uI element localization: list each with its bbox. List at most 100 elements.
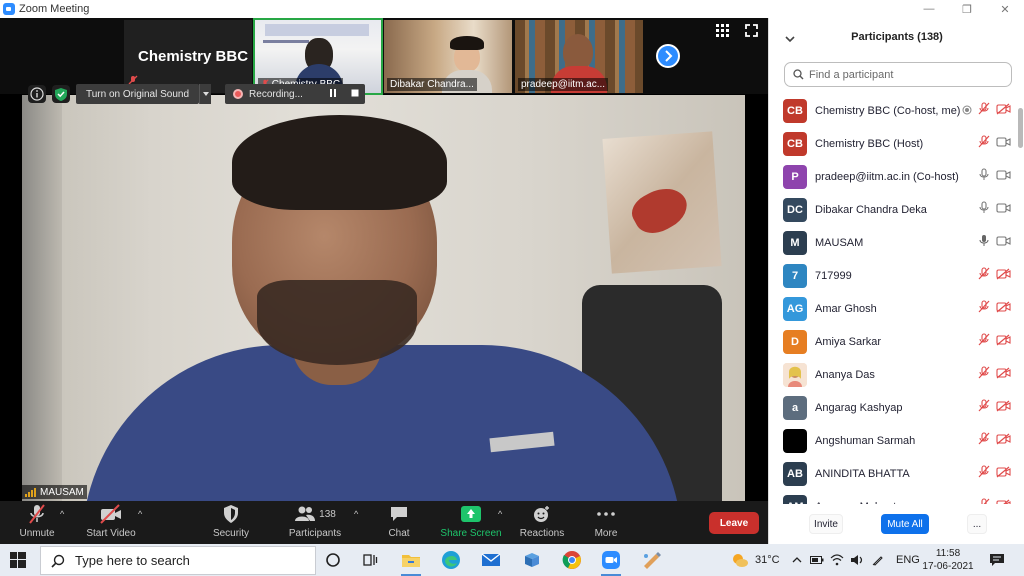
notifications-icon[interactable] xyxy=(989,544,1005,576)
audio-options-caret[interactable]: ^ xyxy=(60,509,64,519)
taskbar-search-box[interactable]: Type here to search xyxy=(40,546,316,575)
video-off-icon xyxy=(99,503,123,525)
windows-start-icon[interactable] xyxy=(10,552,26,573)
system-clock[interactable]: 11:58 17-06-2021 xyxy=(920,547,976,573)
participant-name: Chemistry BBC (Co-host, me) xyxy=(815,104,961,117)
participant-search-input[interactable] xyxy=(809,68,999,81)
participant-row[interactable]: Ppradeep@iitm.ac.in (Co-host) xyxy=(769,160,1017,193)
video-off-icon[interactable] xyxy=(996,432,1011,450)
thumbnail-name: Chemistry BBC xyxy=(138,48,249,65)
participant-row[interactable]: 7 717999 xyxy=(769,259,1017,292)
muted-mic-icon[interactable] xyxy=(978,464,990,483)
edge-browser-icon[interactable] xyxy=(441,550,461,570)
original-sound-options[interactable] xyxy=(199,84,212,104)
more-button[interactable]: More xyxy=(571,503,641,543)
language-indicator[interactable]: ENG xyxy=(896,544,920,576)
volume-icon[interactable] xyxy=(850,544,864,576)
share-options-caret[interactable]: ^ xyxy=(498,509,502,519)
main-speaker-video xyxy=(22,95,745,501)
mute-all-button[interactable]: Mute All xyxy=(881,514,929,534)
chat-button[interactable]: Chat xyxy=(364,503,434,543)
participant-row[interactable]: DC Dibakar Chandra Deka xyxy=(769,193,1017,226)
stop-recording-icon[interactable] xyxy=(351,89,359,100)
security-button[interactable]: Security xyxy=(196,503,266,543)
thumbnail-dibakar[interactable]: Dibakar Chandra... xyxy=(384,20,512,93)
leave-button[interactable]: Leave xyxy=(709,512,759,534)
pen-input-icon[interactable] xyxy=(872,544,884,576)
muted-mic-icon[interactable] xyxy=(978,101,990,120)
participant-row[interactable]: Angshuman Sarmah xyxy=(769,424,1017,457)
participant-search[interactable] xyxy=(784,62,1012,87)
muted-mic-icon[interactable] xyxy=(978,365,990,384)
more-options-button[interactable]: ... xyxy=(967,514,987,534)
task-view-icon[interactable] xyxy=(360,550,380,570)
cortana-icon[interactable] xyxy=(323,550,343,570)
zoom-taskbar-icon[interactable] xyxy=(601,550,621,576)
video-options-caret[interactable]: ^ xyxy=(138,509,142,519)
video-icon[interactable] xyxy=(996,135,1011,153)
maximize-button[interactable]: ❐ xyxy=(948,0,986,18)
reactions-button[interactable]: Reactions xyxy=(507,503,577,543)
muted-mic-icon[interactable] xyxy=(978,497,990,504)
minimize-button[interactable]: — xyxy=(910,0,948,18)
thumbnail-pradeep[interactable]: pradeep@iitm.ac... xyxy=(515,20,643,93)
participant-row[interactable]: AB ANINDITA BHATTA xyxy=(769,457,1017,490)
battery-icon[interactable] xyxy=(810,544,824,576)
participant-avatar: DC xyxy=(783,197,807,222)
original-sound-button[interactable]: Turn on Original Sound xyxy=(76,84,200,104)
video-off-icon[interactable] xyxy=(996,267,1011,285)
video-icon[interactable] xyxy=(996,168,1011,186)
muted-mic-icon[interactable] xyxy=(978,266,990,285)
participant-row[interactable]: CB Chemistry BBC (Host) xyxy=(769,127,1017,160)
video-off-icon[interactable] xyxy=(996,300,1011,318)
search-icon xyxy=(51,554,65,568)
video-off-icon[interactable] xyxy=(996,498,1011,504)
mic-icon[interactable] xyxy=(978,200,990,219)
wifi-icon[interactable] xyxy=(830,544,844,576)
muted-mic-icon[interactable] xyxy=(978,431,990,450)
muted-mic-icon[interactable] xyxy=(978,134,990,153)
thumbnail-label: pradeep@iitm.ac... xyxy=(518,78,609,91)
mail-icon[interactable] xyxy=(481,550,501,570)
participant-count: 138 xyxy=(319,508,336,520)
chrome-browser-icon[interactable] xyxy=(562,550,582,570)
weather-widget[interactable]: 31°C xyxy=(731,544,780,576)
video-off-icon[interactable] xyxy=(996,399,1011,417)
participant-row[interactable]: M MAUSAM xyxy=(769,226,1017,259)
encryption-shield-icon[interactable] xyxy=(52,85,70,103)
reaction-emoji-icon xyxy=(533,503,551,525)
mic-icon[interactable] xyxy=(978,167,990,186)
gallery-view-icon[interactable] xyxy=(716,24,729,42)
participant-row[interactable]: CB Chemistry BBC (Co-host, me) xyxy=(769,94,1017,127)
participant-row[interactable]: a Angarag Kashyap xyxy=(769,391,1017,424)
participants-button[interactable]: 138 Participants xyxy=(280,503,350,543)
video-icon[interactable] xyxy=(996,234,1011,252)
paint-app-icon[interactable] xyxy=(642,550,662,570)
start-video-button[interactable]: Start Video xyxy=(76,503,146,543)
participant-list-scrollbar[interactable] xyxy=(1018,104,1023,504)
muted-mic-icon[interactable] xyxy=(978,332,990,351)
participant-row[interactable]: AM Anuraag Mahanta xyxy=(769,490,1017,504)
close-button[interactable]: ✕ xyxy=(986,0,1024,18)
share-screen-button[interactable]: Share Screen xyxy=(436,503,506,543)
muted-mic-icon[interactable] xyxy=(978,398,990,417)
participants-options-caret[interactable]: ^ xyxy=(354,509,358,519)
mic-icon[interactable] xyxy=(978,234,990,252)
pause-recording-icon[interactable] xyxy=(329,88,337,100)
next-page-button[interactable] xyxy=(656,44,680,68)
file-explorer-icon[interactable] xyxy=(401,550,421,576)
video-off-icon[interactable] xyxy=(996,333,1011,351)
participant-row[interactable]: D Amiya Sarkar xyxy=(769,325,1017,358)
participant-row[interactable]: AG Amar Ghosh xyxy=(769,292,1017,325)
video-off-icon[interactable] xyxy=(996,102,1011,120)
show-hidden-icons[interactable] xyxy=(792,544,802,576)
video-icon[interactable] xyxy=(996,201,1011,219)
invite-button[interactable]: Invite xyxy=(809,514,843,534)
video-off-icon[interactable] xyxy=(996,465,1011,483)
meeting-info-icon[interactable] xyxy=(28,85,46,103)
video-off-icon[interactable] xyxy=(996,366,1011,384)
store-app-icon[interactable] xyxy=(522,550,542,570)
participant-row[interactable]: Ananya Das xyxy=(769,358,1017,391)
muted-mic-icon[interactable] xyxy=(978,299,990,318)
fullscreen-icon[interactable] xyxy=(745,24,758,42)
